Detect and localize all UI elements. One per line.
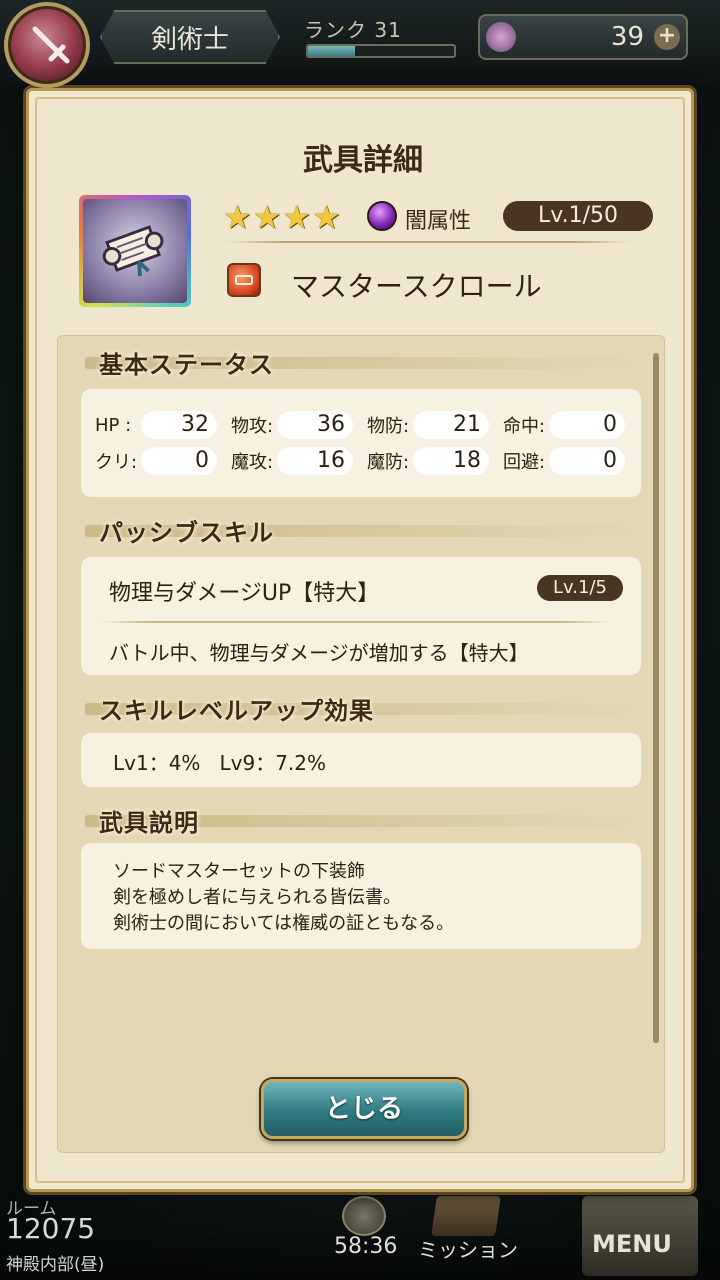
scrollbar[interactable]: [653, 353, 659, 1043]
timer: 58:36: [334, 1234, 398, 1259]
stat-label: 魔攻:: [231, 452, 274, 473]
close-button[interactable]: とじる: [261, 1079, 467, 1139]
stat-crit: クリ: 0: [95, 447, 231, 475]
stat-value: 16: [277, 447, 353, 475]
skill-name: 物理与ダメージUP【特大】: [109, 581, 380, 606]
job-emblem-sword-icon[interactable]: [4, 2, 90, 88]
stat-value: 0: [549, 411, 625, 439]
dialog-title: 武具詳細: [303, 143, 423, 178]
description-line: 剣を極めし者に与えられる皆伝書。: [113, 887, 401, 908]
description-line: 剣術士の間においては権威の証ともなる。: [113, 913, 455, 934]
stat-hp: HP : 32: [95, 411, 231, 439]
section-skill-levelup: スキルレベルアップ効果: [99, 697, 374, 725]
section-passive-skill: パッシブスキル: [99, 519, 274, 547]
stats-box: HP :32 物攻: 36 物防: 21 命中: 0 クリ: 0 魔攻: 16 魔防: 18…: [81, 389, 641, 497]
description-line: ソードマスターセットの下装飾: [113, 861, 365, 882]
section-description: 武具説明: [99, 809, 199, 837]
stat-mag-atk: 魔攻: 16: [231, 447, 367, 475]
section-basic-status: 基本ステータス: [99, 351, 274, 379]
stat-evasion: 回避: 0: [503, 447, 639, 475]
mission-book-icon[interactable]: [431, 1196, 501, 1236]
weapon-level: Lv.1/50: [503, 201, 653, 231]
stat-label: 回避:: [503, 452, 546, 473]
levelup-box: Lv1：4% Lv9：7.2%: [81, 733, 641, 787]
rarity-stars: ★ ★ ★ ★: [223, 201, 341, 233]
divider: [225, 241, 631, 243]
rank-progress-bar: [306, 44, 456, 58]
room-location: 神殿内部(昼): [6, 1255, 105, 1275]
stat-value: 21: [413, 411, 489, 439]
stat-value: 36: [277, 411, 353, 439]
star-icon: ★: [282, 198, 312, 236]
weapon-detail-dialog: 武具詳細 ★ ★ ★ ★ 闇属性 Lv.1/50 マスタースクロール 基本ステー…: [26, 88, 694, 1192]
dark-attribute-icon: [367, 201, 397, 231]
attribute-label: 闇属性: [405, 209, 472, 234]
stat-label: 物攻:: [231, 416, 274, 437]
gem-icon: [486, 22, 516, 52]
gem-counter: 39 +: [478, 14, 688, 60]
description-box: ソードマスターセットの下装飾 剣を極めし者に与えられる皆伝書。 剣術士の間におい…: [81, 843, 641, 949]
stats-row-1: HP : 32 物攻: 36 物防: 21 命中: 0: [95, 411, 639, 439]
detail-panel[interactable]: 基本ステータス HP :32 物攻: 36 物防: 21 命中: 0 クリ: 0 魔攻:…: [57, 335, 665, 1153]
stat-label: 魔防:: [367, 452, 410, 473]
search-timer-icon[interactable]: [342, 1196, 386, 1236]
star-icon: ★: [312, 198, 341, 236]
stat-value: 18: [413, 447, 489, 475]
weapon-icon: [83, 199, 187, 303]
gem-count: 39: [610, 22, 644, 52]
skill-box: 物理与ダメージUP【特大】 Lv.1/5 バトル中、物理与ダメージが増加する【特…: [81, 557, 641, 675]
scroll-icon: [102, 225, 164, 277]
rank-display: ランク 31: [296, 8, 466, 64]
stat-accuracy: 命中: 0: [503, 411, 639, 439]
weapon-name: マスタースクロール: [291, 270, 542, 303]
add-gems-button[interactable]: +: [654, 24, 680, 50]
stat-value: 0: [549, 447, 625, 475]
star-icon: ★: [252, 198, 282, 236]
job-name: 剣術士: [100, 10, 280, 64]
stat-label: クリ:: [95, 452, 138, 473]
skill-level: Lv.1/5: [537, 575, 623, 601]
stat-label: 命中:: [503, 416, 546, 437]
top-bar: 剣術士 ランク 31 39 +: [0, 0, 720, 88]
stat-value: 0: [141, 447, 217, 475]
divider: [101, 621, 611, 623]
mission-button[interactable]: ミッション: [418, 1234, 518, 1263]
rank-progress-fill: [308, 46, 355, 56]
stat-phys-atk: 物攻: 36: [231, 411, 367, 439]
stat-label: HP :: [95, 414, 132, 436]
stats-row-2: クリ: 0 魔攻: 16 魔防: 18 回避: 0: [95, 447, 639, 475]
stat-label: 物防:: [367, 416, 410, 437]
levelup-effect: Lv1：4% Lv9：7.2%: [113, 751, 327, 775]
weapon-icon-frame: [79, 195, 191, 307]
sword-icon: [32, 26, 70, 64]
stat-phys-def: 物防: 21: [367, 411, 503, 439]
stat-value: 32: [141, 411, 217, 439]
stat-mag-def: 魔防: 18: [367, 447, 503, 475]
menu-button[interactable]: MENU: [592, 1230, 672, 1258]
star-icon: ★: [223, 198, 252, 236]
weapon-category-icon: [227, 263, 261, 297]
room-number: 12075: [6, 1212, 96, 1245]
skill-description: バトル中、物理与ダメージが増加する【特大】: [109, 641, 529, 665]
rank-label: ランク 31: [304, 18, 402, 42]
